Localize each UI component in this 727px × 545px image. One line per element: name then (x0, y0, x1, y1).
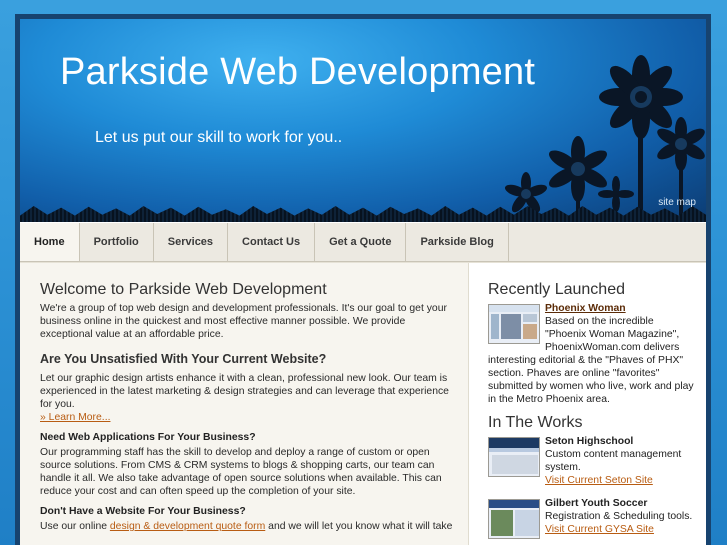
in-the-works-heading: In The Works (488, 414, 583, 431)
nav-portfolio[interactable]: Portfolio (80, 223, 154, 261)
seton-thumbnail[interactable] (488, 437, 540, 477)
main-column: Welcome to Parkside Web Development We'r… (20, 263, 469, 545)
unsatisfied-text: Let our graphic design artists enhance i… (40, 373, 449, 410)
recently-launched-heading: Recently Launched (488, 281, 625, 298)
recent-entry: Phoenix Woman Based on the incredible "P… (488, 302, 696, 406)
no-website-heading: Don't Have a Website For Your Business? (40, 506, 246, 517)
phoenix-woman-thumbnail[interactable] (488, 304, 540, 344)
nav-contact-us[interactable]: Contact Us (228, 223, 316, 261)
nav-parkside-blog[interactable]: Parkside Blog (406, 223, 509, 261)
no-website-text-before: Use our online (40, 521, 110, 532)
nav-services[interactable]: Services (154, 223, 229, 261)
quote-form-link[interactable]: design & development quote form (110, 521, 265, 532)
welcome-text: We're a group of top web design and deve… (40, 303, 447, 340)
apps-text: Our programming staff has the skill to d… (40, 447, 442, 497)
flowers-illustration (504, 55, 705, 222)
works-entry-seton: Seton Highschool Custom content manageme… (488, 435, 696, 487)
learn-more-link[interactable]: » Learn More... (40, 411, 110, 424)
welcome-heading: Welcome to Parkside Web Development (40, 281, 327, 298)
gysa-thumbnail[interactable] (488, 499, 540, 539)
no-website-text: Use our online design & development quot… (40, 520, 453, 533)
content-area: Welcome to Parkside Web Development We'r… (20, 262, 706, 545)
works-entry-gysa: Gilbert Youth Soccer Registration & Sche… (488, 497, 696, 541)
unsatisfied-heading: Are You Unsatisfied With Your Current We… (40, 352, 327, 366)
nav-get-a-quote[interactable]: Get a Quote (315, 223, 407, 261)
page-frame: Parkside Web Development Let us put our … (15, 14, 711, 545)
site-header: Parkside Web Development Let us put our … (20, 19, 706, 222)
sidebar: Recently Launched Phoenix Woman Based on… (469, 263, 706, 545)
site-tagline: Let us put our skill to work for you.. (95, 129, 343, 146)
nav-home[interactable]: Home (20, 223, 80, 261)
main-nav: Home Portfolio Services Contact Us Get a… (20, 222, 706, 262)
no-website-text-after: and we will let you know what it will ta… (265, 521, 453, 532)
apps-heading: Need Web Applications For Your Business? (40, 432, 256, 443)
sitemap-link[interactable]: site map (658, 197, 696, 208)
